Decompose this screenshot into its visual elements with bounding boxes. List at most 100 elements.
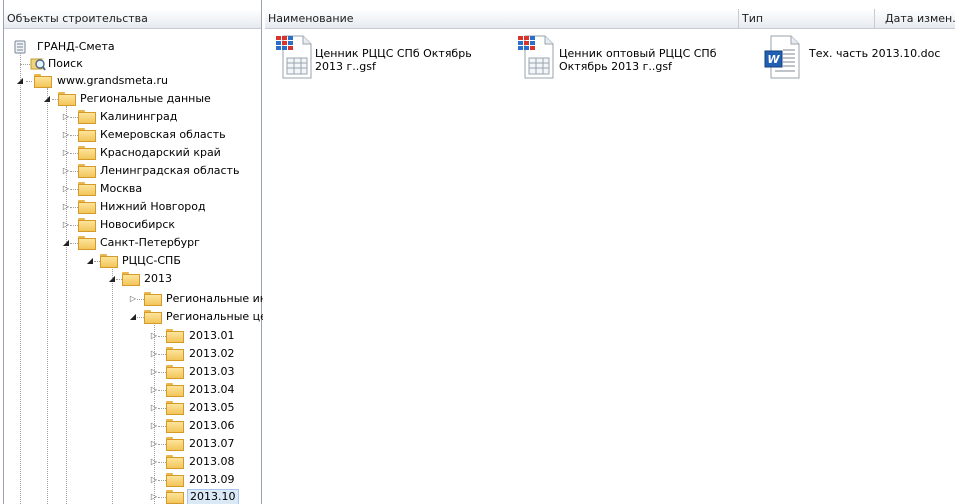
file-name-line: 2013 г..gsf (315, 60, 376, 73)
tree-item-regional-prices[interactable]: ◢ Региональные це (0, 308, 263, 326)
tree-item-regional-indexes[interactable]: ▷ Региональные ин (0, 290, 263, 308)
column-header-type[interactable]: Тип (739, 9, 875, 29)
expand-arrow-icon[interactable]: ▷ (150, 349, 158, 359)
tree-item-leningrad[interactable]: ▷ Ленинградская область (0, 162, 260, 180)
collapse-arrow-icon[interactable]: ◢ (62, 238, 70, 248)
database-icon (14, 40, 26, 54)
expand-arrow-icon[interactable]: ▷ (62, 220, 70, 230)
tree-item-saint-petersburg[interactable]: ◢ Санкт-Петербург (0, 234, 260, 252)
expand-arrow-icon[interactable]: ▷ (150, 331, 158, 341)
tree-item-2013-06[interactable]: ▷ 2013.06 (0, 417, 260, 435)
collapse-arrow-icon[interactable]: ◢ (129, 312, 137, 322)
folder-icon (166, 329, 184, 343)
tree-item-grandsmeta-ru[interactable]: ◢ www.grandsmeta.ru (0, 72, 260, 90)
file-list-pane: Наименование Тип Дата измен. Ценник РЦЦС… (263, 0, 955, 504)
tree-item-label: 2013.09 (189, 473, 235, 486)
collapse-arrow-icon[interactable]: ◢ (43, 94, 51, 104)
tree-item-2013-04[interactable]: ▷ 2013.04 (0, 381, 260, 399)
folder-icon (166, 383, 184, 397)
tree-item-moscow[interactable]: ▷ Москва (0, 180, 260, 198)
folder-icon (78, 128, 96, 142)
tree-connector (158, 408, 166, 409)
expand-arrow-icon[interactable]: ▷ (62, 166, 70, 176)
expand-arrow-icon[interactable]: ▷ (150, 439, 158, 449)
tree-item-kemerovo[interactable]: ▷ Кемеровская область (0, 126, 260, 144)
expand-arrow-icon[interactable]: ▷ (150, 367, 158, 377)
tree-item-label: 2013.08 (189, 455, 235, 468)
expand-arrow-icon[interactable]: ▷ (129, 294, 137, 304)
tree-item-grand-smeta[interactable]: ГРАНД-Смета (0, 38, 260, 56)
tree-connector (137, 299, 144, 300)
folder-icon (78, 146, 96, 160)
column-header-name[interactable]: Наименование (265, 9, 739, 29)
expand-arrow-icon[interactable]: ▷ (150, 475, 158, 485)
tree-column-header[interactable]: Объекты строительства (4, 9, 261, 29)
expand-arrow-icon[interactable]: ▷ (62, 148, 70, 158)
tree-item-2013-07[interactable]: ▷ 2013.07 (0, 435, 260, 453)
tree-item-label: Нижний Новгород (100, 200, 206, 213)
tree-item-label: Региональные ин (166, 292, 263, 305)
tree-item-label: 2013.05 (189, 401, 235, 414)
tree-item-2013-03[interactable]: ▷ 2013.03 (0, 363, 260, 381)
tree-connector (70, 171, 78, 172)
tree-item-novosibirsk[interactable]: ▷ Новосибирск (0, 216, 260, 234)
tree-connector (158, 336, 166, 337)
tree-item-2013-08[interactable]: ▷ 2013.08 (0, 453, 260, 471)
tree-item-label: 2013.10 (187, 489, 239, 504)
tree-item-2013-09[interactable]: ▷ 2013.09 (0, 471, 260, 489)
expand-arrow-icon[interactable]: ▷ (150, 457, 158, 467)
folder-icon (78, 182, 96, 196)
tree-item-2013-02[interactable]: ▷ 2013.02 (0, 345, 260, 363)
tree-item-nizhny-novgorod[interactable]: ▷ Нижний Новгород (0, 198, 260, 216)
collapse-arrow-icon[interactable]: ◢ (108, 274, 116, 284)
folder-icon (34, 74, 52, 88)
file-name-line: Октябрь 2013 г..gsf (559, 60, 672, 73)
tree-item-label: ГРАНД-Смета (37, 40, 115, 53)
expand-arrow-icon[interactable]: ▷ (150, 421, 158, 431)
tree-item-label: 2013.06 (189, 419, 235, 432)
tree-connector (158, 426, 166, 427)
tree-connector (137, 317, 144, 318)
expand-arrow-icon[interactable]: ▷ (62, 130, 70, 140)
tree-connector (70, 207, 78, 208)
tree-connector (158, 462, 166, 463)
tree-item-krasnodar[interactable]: ▷ Краснодарский край (0, 144, 260, 162)
tree-connector (70, 117, 78, 118)
column-header-date[interactable]: Дата измен. (875, 9, 955, 29)
tree-connector (70, 135, 78, 136)
tree-item-2013[interactable]: ◢ 2013 (0, 270, 260, 288)
tree-item-kaliningrad[interactable]: ▷ Калининград (0, 108, 260, 126)
file-item[interactable]: Ценник РЦЦС СПб Октябрь 2013 г..gsf (275, 34, 507, 94)
expand-arrow-icon[interactable]: ▷ (62, 202, 70, 212)
file-item[interactable]: W Тех. часть 2013.10.doc (763, 34, 955, 94)
expand-arrow-icon[interactable]: ▷ (150, 403, 158, 413)
tree-item-rccs-spb[interactable]: ◢ РЦЦС-СПБ (0, 252, 260, 270)
project-tree-pane: Объекты строительства ГРАНД-Смета Поиск … (0, 0, 263, 504)
collapse-arrow-icon[interactable]: ◢ (16, 76, 24, 86)
tree-item-search[interactable]: Поиск (0, 55, 260, 73)
tree-item-2013-01[interactable]: ▷ 2013.01 (0, 327, 260, 345)
folder-icon (122, 272, 140, 286)
tree-item-regional-data[interactable]: ◢ Региональные данные (0, 90, 260, 108)
tree-connector (70, 243, 78, 244)
expand-arrow-icon[interactable]: ▷ (150, 492, 158, 502)
tree-item-label: Москва (100, 182, 143, 195)
folder-icon (78, 200, 96, 214)
folder-icon (166, 437, 184, 451)
spreadsheet-icon (517, 34, 555, 80)
expand-arrow-icon[interactable]: ▷ (62, 184, 70, 194)
word-doc-icon: W (763, 34, 801, 80)
tree-connector (70, 153, 78, 154)
tree-item-label: Кемеровская область (100, 128, 226, 141)
expand-arrow-icon[interactable]: ▷ (150, 385, 158, 395)
tree-item-2013-05[interactable]: ▷ 2013.05 (0, 399, 260, 417)
tree-connector (70, 189, 78, 190)
tree-item-label: Ленинградская область (100, 164, 240, 177)
folder-icon (144, 292, 162, 306)
expand-arrow-icon[interactable]: ▷ (62, 112, 70, 122)
tree-item-label: Новосибирск (100, 218, 176, 231)
tree-item-label: 2013.07 (189, 437, 235, 450)
file-item[interactable]: Ценник оптовый РЦЦС СПб Октябрь 2013 г..… (517, 34, 749, 94)
tree-item-2013-10[interactable]: ▷ 2013.10 (0, 488, 260, 504)
collapse-arrow-icon[interactable]: ◢ (86, 256, 94, 266)
